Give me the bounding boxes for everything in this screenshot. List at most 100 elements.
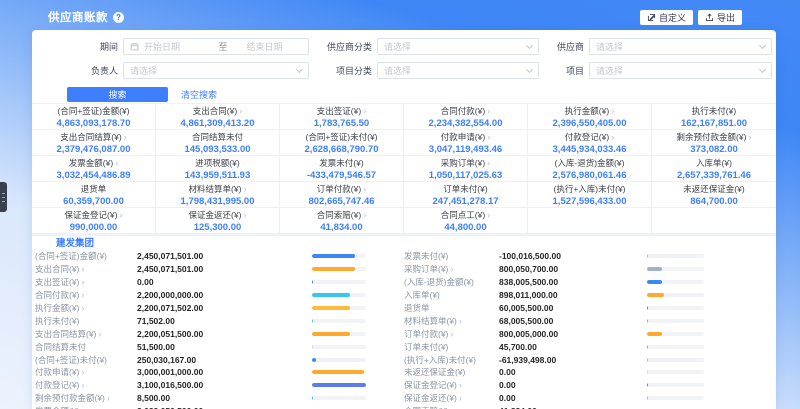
stat-cell[interactable]: 保证金返还(¥)›125,300.00: [156, 208, 280, 234]
stat-label: 保证金返还(¥)›: [189, 209, 247, 221]
row-bar: [312, 319, 366, 323]
chevron-right-icon: ›: [611, 106, 614, 116]
chevron-right-icon: ›: [611, 132, 614, 142]
row-bar: [647, 345, 704, 349]
stat-label: (合同+签证)金额(¥): [57, 105, 129, 117]
stat-label: (执行+入库)未付(¥): [553, 183, 625, 195]
stat-cell[interactable]: 剩余预付款金额(¥)›373,082.00: [652, 130, 776, 156]
stat-cell[interactable]: 发票金额(¥)›3,032,454,486.89: [32, 156, 156, 182]
group-title[interactable]: 建发集团: [32, 237, 776, 250]
row-label[interactable]: 支出签证(¥)›: [35, 276, 137, 288]
chevron-right-icon: ›: [243, 210, 246, 220]
stat-cell[interactable]: 保证金登记(¥)›990,000.00: [32, 208, 156, 234]
supplier-select[interactable]: 请选择: [589, 38, 772, 55]
row-label[interactable]: 合同付款(¥)›: [35, 289, 137, 301]
row-bar: [312, 254, 366, 258]
date-to-separator: 至: [205, 40, 242, 53]
stat-cell[interactable]: 合同点工(¥)›44,800.00: [404, 208, 528, 234]
supplier-accounts-page: { "page": { "title": "供应商账款", "help_glyp…: [0, 0, 800, 409]
stat-value: 3,445,934,033.46: [553, 144, 627, 155]
row-value: 71,502.00: [137, 316, 312, 326]
stat-cell: 合同结算未付145,093,533.00: [156, 130, 280, 156]
export-button[interactable]: 导出: [698, 10, 742, 25]
stat-value: 2,234,382,554.00: [429, 118, 503, 129]
row-label[interactable]: 材料结算单(¥)›: [404, 315, 499, 327]
stat-label: 采购订单(¥)›: [441, 157, 490, 169]
stat-value: 373,082.00: [690, 144, 738, 155]
stat-cell[interactable]: 支出签证(¥)›1,783,765.50: [280, 104, 404, 130]
row-value: -61,939,498.00: [499, 355, 647, 365]
stat-cell[interactable]: 材料结算单(¥)›1,798,431,995.00: [156, 182, 280, 208]
stat-cell: (执行+入库)未付(¥)1,527,596,433.00: [528, 182, 652, 208]
stat-value: 864,700.00: [690, 196, 738, 207]
stat-cell[interactable]: 支出合同(¥)›4,861,309,413.20: [156, 104, 280, 130]
stat-label: 发票金额(¥)›: [69, 157, 118, 169]
stat-cell[interactable]: 采购订单(¥)›1,050,117,025.63: [404, 156, 528, 182]
stat-value: 1,783,765.50: [314, 118, 369, 129]
row-label[interactable]: 剩余预付款金额(¥)›: [35, 392, 137, 404]
row-label[interactable]: 执行金额(¥)›: [35, 302, 137, 314]
row-value: 2,200,051,500.00: [137, 329, 312, 339]
row-value: 898,011,000.00: [499, 290, 647, 300]
stat-cell[interactable]: 合同索赔(¥)›41,834.00: [280, 208, 404, 234]
stat-label: 退货单: [81, 183, 107, 195]
row-value: 800,050,700.00: [499, 264, 647, 274]
row-bar: [312, 280, 366, 284]
chevron-right-icon: ›: [124, 132, 127, 142]
period-daterange-input[interactable]: 开始日期 至 结束日期: [123, 38, 309, 55]
chevron-down-icon: [296, 65, 303, 72]
stat-cell[interactable]: 合同付款(¥)›2,234,382,554.00: [404, 104, 528, 130]
row-label[interactable]: 付款登记(¥)›: [35, 379, 137, 391]
stat-label: 订单未付(¥): [443, 183, 487, 195]
stat-label: 合同索赔(¥)›: [317, 209, 366, 221]
row-label[interactable]: 保证金返还(¥)›: [404, 392, 499, 404]
stat-cell[interactable]: 订单付款(¥)›802,665,747.46: [280, 182, 404, 208]
stat-label: 材料结算单(¥)›: [189, 183, 247, 195]
help-icon[interactable]: ?: [113, 12, 124, 23]
account-row: 剩余预付款金额(¥)›8,500.00: [32, 392, 404, 405]
row-label[interactable]: 支出合同结算(¥)›: [35, 328, 137, 340]
row-label[interactable]: 付款申请(¥)›: [35, 366, 137, 378]
owner-select[interactable]: 请选择: [123, 62, 309, 79]
group-section: 建发集团 (合同+签证)金额(¥)2,450,071,501.00支出合同(¥)…: [32, 236, 776, 409]
row-label[interactable]: 合同索赔(¥)›: [404, 405, 499, 409]
search-button[interactable]: 搜索: [67, 87, 168, 102]
clear-search-link[interactable]: 清空搜索: [181, 88, 217, 101]
chevron-right-icon: ›: [115, 158, 118, 168]
stat-value: 3,047,119,493.46: [429, 144, 502, 155]
stat-cell[interactable]: 付款申请(¥)›3,047,119,493.46: [404, 130, 528, 156]
stat-cell[interactable]: 执行金额(¥)›2,396,550,405.00: [528, 104, 652, 130]
row-label[interactable]: 发票金额(¥)›: [35, 405, 137, 409]
customize-button[interactable]: 自定义: [640, 10, 693, 25]
stat-cell[interactable]: 付款登记(¥)›3,445,934,033.46: [528, 130, 652, 156]
project-category-select[interactable]: 请选择: [377, 62, 539, 79]
account-row: (执行+入库)未付(¥)-61,939,498.00: [404, 353, 776, 366]
account-row: 付款申请(¥)›3,000,001,000.00: [32, 366, 404, 379]
chevron-down-icon: [759, 65, 766, 72]
row-label: (合同+签证)未付(¥): [35, 354, 137, 366]
row-bar: [647, 319, 704, 323]
chevron-right-icon: ›: [239, 106, 242, 116]
supplier-category-select[interactable]: 请选择: [377, 38, 539, 55]
stat-cell[interactable]: 支出合同结算(¥)›2,379,476,087.00: [32, 130, 156, 156]
project-select[interactable]: 请选择: [589, 62, 772, 79]
stat-value: 247,451,278.17: [432, 196, 498, 207]
account-row: 未返还保证金(¥)0.00: [404, 366, 776, 379]
row-label[interactable]: 采购订单(¥)›: [404, 263, 499, 275]
row-label[interactable]: 保证金登记(¥)›: [404, 379, 499, 391]
side-drawer-handle[interactable]: [0, 182, 7, 212]
row-bar: [312, 267, 366, 271]
row-bar: [312, 345, 366, 349]
row-label: 发票未付(¥): [404, 250, 499, 262]
stat-cell: 进项税额(¥)143,959,511.93: [156, 156, 280, 182]
row-label: (合同+签证)金额(¥): [35, 250, 137, 262]
page-title: 供应商账款: [48, 9, 108, 25]
row-bar: [312, 293, 366, 297]
stat-label: 进项税额(¥): [195, 157, 239, 169]
account-row: 执行未付(¥)71,502.00: [32, 314, 404, 327]
row-label[interactable]: 支出合同(¥)›: [35, 263, 137, 275]
row-label[interactable]: 订单付款(¥)›: [404, 328, 499, 340]
account-row: 合同付款(¥)›2,200,000,000.00: [32, 289, 404, 302]
row-value: 8,500.00: [137, 393, 312, 403]
stat-cell: 发票未付(¥)-433,479,546.57: [280, 156, 404, 182]
